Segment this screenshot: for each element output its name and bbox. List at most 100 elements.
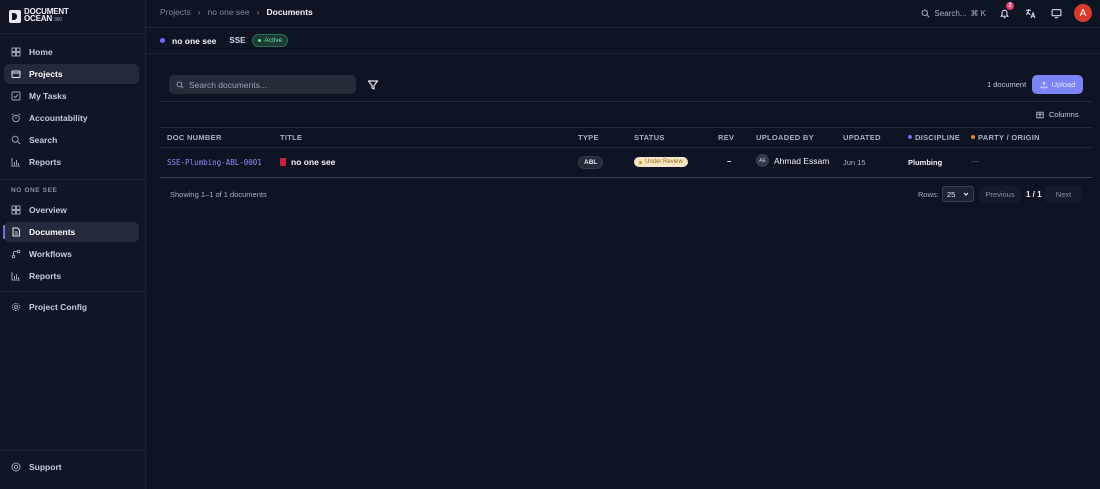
columns-button[interactable]: Columns [1036, 110, 1079, 119]
col-header-rev[interactable]: REV [718, 133, 734, 142]
alarm-icon [11, 113, 21, 123]
page-indicator: 1 / 1 [1026, 190, 1042, 199]
project-status-label: Active [264, 37, 283, 44]
doc-title[interactable]: no one see [280, 157, 335, 167]
sidebar-item-reports[interactable]: Reports [4, 152, 139, 172]
user-avatar[interactable]: A [1074, 4, 1092, 22]
col-header-title[interactable]: TITLE [280, 133, 302, 142]
party-dot [971, 135, 975, 139]
sidebar-divider [0, 179, 146, 180]
breadcrumb-current: Documents [266, 7, 313, 17]
revision: – [727, 157, 732, 166]
col-header-party-label: PARTY / ORIGIN [978, 133, 1040, 142]
sidebar-item-my-tasks[interactable]: My Tasks [4, 86, 139, 106]
col-header-uploaded-by[interactable]: UPLOADED BY [756, 133, 814, 142]
top-bar: Projects › no one see › Documents Search… [146, 0, 1100, 28]
party-value: — [971, 157, 979, 166]
status-badge: Under Review [634, 157, 688, 167]
sidebar-item-search[interactable]: Search [4, 130, 139, 150]
search-icon [922, 9, 930, 17]
sidebar-item-label: My Tasks [29, 91, 67, 101]
toolbar-divider [160, 101, 1092, 102]
sidebar-item-home[interactable]: Home [4, 42, 139, 62]
sidebar-item-label: Search [29, 135, 58, 145]
gear-icon [11, 302, 21, 312]
workflow-icon [11, 249, 21, 259]
uploader-name: Ahmad Essam [774, 155, 830, 166]
columns-icon [1036, 111, 1044, 118]
sidebar-item-label: Workflows [29, 249, 72, 259]
sidebar-item-label: Overview [29, 205, 67, 215]
sidebar-section-label: NO ONE SEE [11, 187, 58, 194]
col-header-doc-number[interactable]: DOC NUMBER [167, 133, 222, 142]
monitor-icon [1051, 8, 1061, 18]
top-actions: Search... ⌘ K 2 A [921, 2, 1092, 23]
sidebar-item-label: Reports [29, 157, 62, 167]
rows-per-page-select[interactable]: 25 [942, 186, 974, 202]
language-button[interactable] [1022, 5, 1038, 21]
filter-button[interactable] [366, 78, 380, 92]
global-search-label: Search... [934, 8, 967, 18]
uploader-avatar: AE [756, 154, 769, 167]
app-logo[interactable]: DOCUMENT OCEAN 360 [9, 8, 69, 24]
pdf-file-icon [280, 158, 286, 166]
col-header-party[interactable]: PARTY / ORIGIN [971, 133, 1040, 142]
home-icon [11, 47, 21, 57]
type-badge: ABL [578, 156, 604, 169]
sidebar-item-label: Projects [29, 69, 63, 79]
sidebar-item-overview[interactable]: Overview [4, 200, 139, 220]
col-header-updated[interactable]: UPDATED [843, 133, 881, 142]
notifications-button[interactable]: 2 [996, 2, 1014, 21]
chevron-down-icon [963, 192, 969, 196]
sidebar-item-documents[interactable]: Documents [3, 222, 139, 242]
col-header-status[interactable]: STATUS [634, 133, 665, 142]
sidebar-item-label: Support [29, 462, 62, 472]
project-color-dot [160, 38, 165, 43]
breadcrumb-project[interactable]: no one see [208, 7, 250, 17]
doc-number-link[interactable]: SSE-Plumbing-ABL-0001 [167, 158, 262, 167]
support-icon [11, 462, 21, 472]
table-bottom-border [160, 177, 1092, 178]
col-header-discipline[interactable]: DISCIPLINE [908, 133, 960, 142]
display-button[interactable] [1048, 5, 1064, 21]
rows-per-page-value: 25 [947, 189, 956, 199]
status-dot [639, 160, 642, 164]
chart-icon [11, 272, 20, 281]
project-code: SSE [229, 36, 246, 45]
sidebar-item-workflows[interactable]: Workflows [4, 244, 139, 264]
sidebar-item-project-config[interactable]: Project Config [4, 297, 139, 317]
breadcrumb-separator-icon: › [256, 7, 260, 17]
next-page-button[interactable]: Next [1045, 186, 1082, 203]
logo-mark-icon [9, 9, 21, 23]
breadcrumb-projects[interactable]: Projects [160, 7, 191, 17]
global-search-button[interactable]: Search... ⌘ K [921, 9, 986, 18]
col-header-type[interactable]: TYPE [578, 133, 599, 142]
doc-title-text: no one see [291, 157, 336, 167]
overview-icon [11, 205, 21, 215]
uploader: AE Ahmad Essam [756, 154, 829, 167]
upload-label: Upload [1051, 80, 1076, 89]
columns-label: Columns [1049, 110, 1079, 119]
sidebar: DOCUMENT OCEAN 360 Home Projects My Task… [0, 0, 146, 489]
document-search-input[interactable]: Search documents... [169, 75, 356, 94]
chart-icon [11, 158, 20, 167]
logo-sub: 360 [53, 17, 62, 23]
breadcrumb: Projects › no one see › Documents [160, 7, 313, 17]
sidebar-item-label: Reports [29, 271, 62, 281]
discipline-value: Plumbing [908, 158, 943, 167]
sidebar-item-support[interactable]: Support [4, 457, 139, 477]
sidebar-item-label: Accountability [29, 113, 88, 123]
search-shortcut: ⌘ K [970, 8, 986, 18]
notification-badge: 2 [1006, 2, 1014, 10]
logo-line2: OCEAN [24, 14, 52, 23]
sidebar-item-projects[interactable]: Projects [4, 64, 139, 84]
document-count: 1 document [987, 80, 1027, 89]
sidebar-item-label: Home [29, 47, 53, 57]
sidebar-item-project-reports[interactable]: Reports [4, 266, 139, 286]
previous-page-button[interactable]: Previous [979, 186, 1021, 203]
sidebar-item-accountability[interactable]: Accountability [4, 108, 139, 128]
filter-icon [367, 80, 379, 90]
breadcrumb-separator-icon: › [197, 7, 201, 17]
project-status-badge: Active [252, 34, 289, 47]
upload-button[interactable]: Upload [1032, 75, 1083, 94]
